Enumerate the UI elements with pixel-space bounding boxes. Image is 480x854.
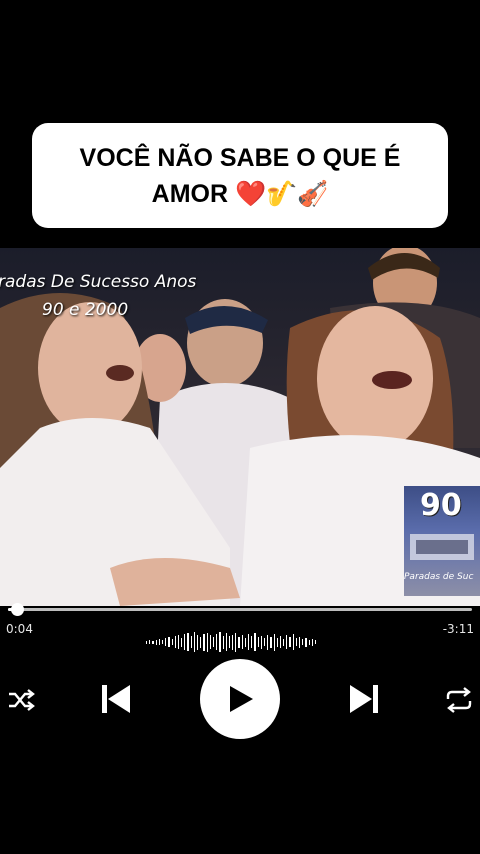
waveform-bar: [305, 637, 307, 647]
waveform-bar: [184, 634, 186, 650]
waveform-bar: [276, 637, 278, 647]
waveform-bar: [197, 634, 199, 650]
channel-logo: 90 Paradas de Suc: [404, 486, 480, 596]
waveform-bar: [200, 636, 202, 648]
video-overlay-title: radas De Sucesso Anos: [0, 272, 197, 292]
waveform-bar: [238, 636, 240, 648]
waveform-bar: [212, 637, 215, 647]
right-singer-mouth: [372, 371, 412, 389]
waveform-bar: [311, 638, 313, 646]
next-icon[interactable]: [346, 683, 382, 715]
waveform-bar: [209, 635, 211, 649]
logo-graphic: [410, 534, 474, 560]
waveform-bar: [273, 633, 275, 651]
audio-waveform: [146, 631, 317, 653]
waveform-bar: [228, 636, 231, 648]
progress-bar[interactable]: [8, 603, 472, 616]
waveform-bar: [267, 634, 269, 650]
caption-line-2: AMOR ❤️🎷🎻: [151, 179, 329, 208]
waveform-bar: [171, 639, 173, 645]
waveform-bar: [168, 637, 170, 647]
left-singer-mouth: [106, 365, 134, 381]
waveform-bar: [155, 639, 157, 645]
waveform-bar: [289, 637, 291, 647]
waveform-bar: [219, 632, 221, 652]
waveform-bar: [193, 632, 195, 652]
waveform-bar: [270, 636, 272, 648]
waveform-bar: [244, 637, 246, 647]
waveform-bar: [174, 636, 176, 648]
shuffle-icon[interactable]: [4, 686, 38, 714]
waveform-bar: [257, 637, 259, 647]
waveform-bar: [292, 634, 294, 650]
waveform-bar: [206, 632, 208, 652]
play-icon: [230, 686, 253, 712]
waveform-bar: [177, 635, 180, 649]
progress-knob[interactable]: [11, 603, 25, 616]
waveform-bar: [302, 639, 304, 645]
waveform-bar: [149, 640, 151, 644]
play-button[interactable]: [200, 659, 280, 739]
waveform-bar: [254, 633, 256, 651]
waveform-bar: [232, 634, 234, 650]
waveform-bar: [222, 635, 224, 649]
waveform-bar: [158, 639, 160, 645]
waveform-bar: [161, 640, 164, 644]
waveform-bar: [260, 635, 262, 649]
logo-caption: Paradas de Suc: [404, 572, 474, 582]
waveform-bar: [152, 640, 154, 644]
logo-number: 90: [420, 488, 462, 523]
waveform-bar: [251, 636, 253, 648]
repeat-icon[interactable]: [442, 685, 476, 715]
waveform-bar: [295, 638, 297, 646]
video-overlay-subtitle: 90 e 2000: [42, 300, 129, 320]
waveform-bar: [190, 636, 192, 648]
waveform-bar: [279, 636, 282, 648]
waveform-bar: [187, 633, 189, 651]
waveform-bar: [181, 637, 183, 647]
waveform-bar: [165, 638, 167, 646]
waveform-bar: [314, 640, 317, 644]
waveform-bar: [216, 634, 218, 650]
remaining-time: -3:11: [442, 622, 474, 636]
waveform-bar: [299, 636, 301, 648]
waveform-bar: [248, 634, 250, 650]
waveform-bar: [203, 633, 205, 651]
waveform-bar: [225, 633, 227, 651]
waveform-bar: [241, 635, 243, 649]
waveform-bar: [235, 632, 237, 652]
waveform-bar: [146, 640, 148, 644]
waveform-bar: [308, 639, 310, 645]
caption-card: VOCÊ NÃO SABE O QUE É AMOR ❤️🎷🎻: [32, 123, 448, 228]
waveform-bar: [263, 638, 266, 646]
waveform-bar: [283, 638, 285, 646]
caption-line-1: VOCÊ NÃO SABE O QUE É: [79, 143, 401, 172]
previous-icon[interactable]: [98, 683, 134, 715]
waveform-bar: [286, 635, 288, 649]
elapsed-time: 0:04: [6, 622, 33, 636]
